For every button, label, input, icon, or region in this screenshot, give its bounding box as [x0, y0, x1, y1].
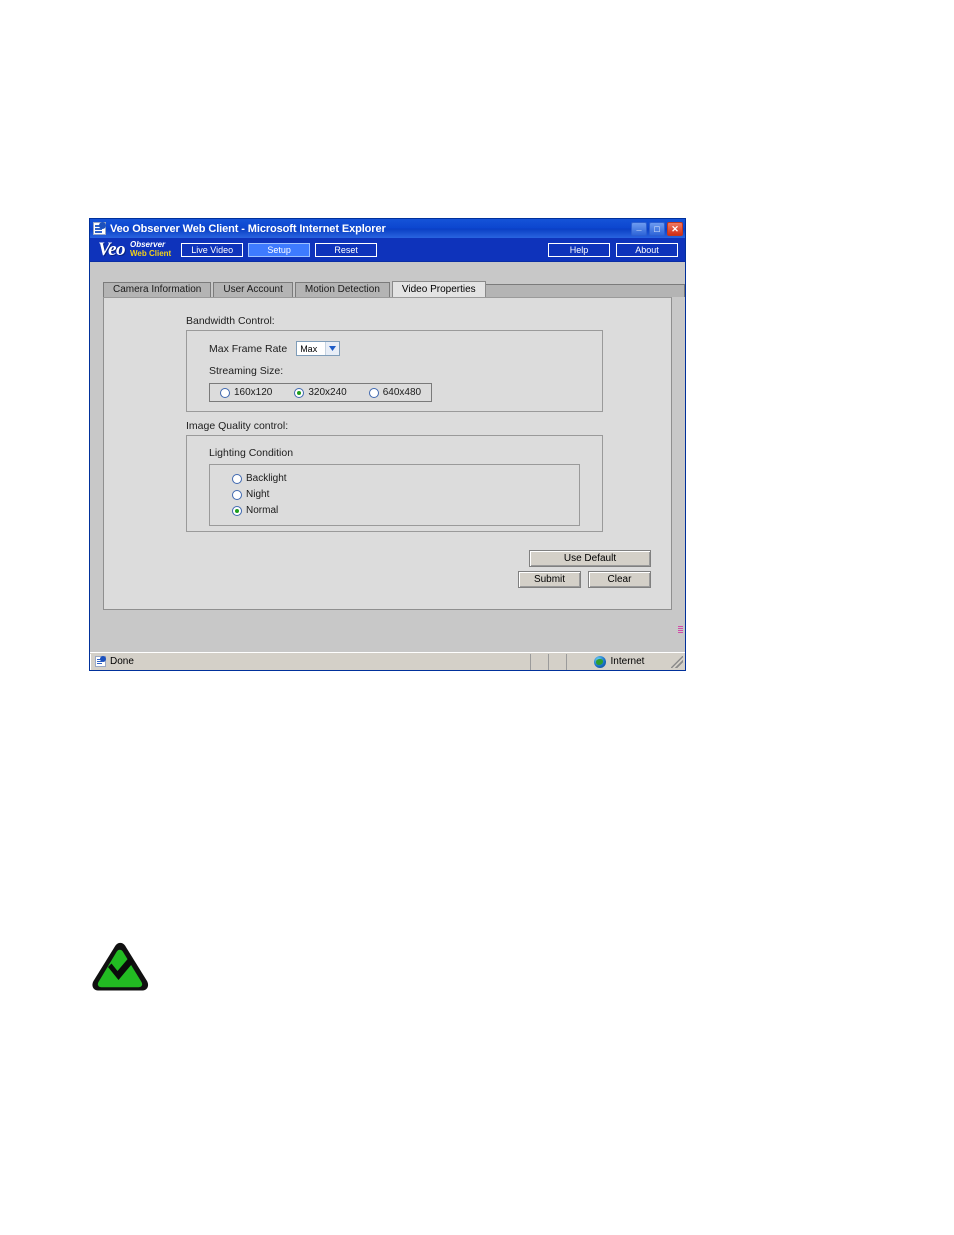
- maximize-icon: □: [654, 223, 660, 234]
- tab-video-properties[interactable]: Video Properties: [391, 281, 486, 297]
- streaming-size-label-160x120: 160x120: [234, 387, 273, 398]
- lighting-label-normal: Normal: [246, 505, 279, 516]
- use-default-button[interactable]: Use Default: [529, 550, 651, 567]
- tab-camera-information[interactable]: Camera Information: [103, 282, 212, 297]
- veo-product-line1: Observer: [130, 240, 166, 249]
- lighting-option-backlight[interactable]: Backlight: [232, 473, 579, 484]
- streaming-size-label-640x480: 640x480: [382, 387, 422, 398]
- streaming-size-option-640x480[interactable]: 640x480: [368, 387, 422, 398]
- streaming-size-label-320x240: 320x240: [308, 387, 347, 398]
- lighting-option-normal[interactable]: Normal: [232, 505, 579, 516]
- veo-wordmark: Veo: [98, 238, 126, 260]
- ie-document-icon: [95, 656, 106, 667]
- status-message-cell: Done: [90, 653, 531, 670]
- radio-icon[interactable]: [368, 387, 379, 398]
- window-controls: _ □ ✕: [631, 221, 683, 236]
- note-green-triangle-check-icon: [89, 941, 151, 994]
- nav-button-help[interactable]: Help: [548, 242, 610, 257]
- streaming-size-option-160x120[interactable]: 160x120: [220, 387, 272, 398]
- minimize-button[interactable]: _: [631, 221, 647, 236]
- veo-product-line2: Web Client: [130, 249, 172, 258]
- image-quality-group: Lighting Condition Backlight Night Norma…: [186, 435, 603, 532]
- tab-motion-detection[interactable]: Motion Detection: [294, 282, 390, 297]
- tab-user-account[interactable]: User Account: [213, 282, 293, 297]
- nav-button-setup[interactable]: Setup: [248, 242, 311, 257]
- status-cell-spacer-1: [531, 653, 549, 670]
- maximize-button[interactable]: □: [649, 221, 665, 236]
- resize-grip[interactable]: [671, 655, 683, 668]
- close-icon: ✕: [671, 223, 679, 234]
- max-frame-rate-label: Max Frame Rate: [209, 342, 288, 355]
- radio-icon[interactable]: [232, 473, 242, 484]
- chevron-down-icon[interactable]: [325, 342, 340, 355]
- security-zone-label: Internet: [610, 656, 645, 667]
- submit-button[interactable]: Submit: [518, 571, 581, 588]
- status-bar: Done Internet: [90, 652, 685, 670]
- lighting-label-night: Night: [246, 489, 270, 500]
- app-header-bar: Veo Observer Web Client Live Video Setup…: [90, 238, 685, 262]
- lighting-condition-label: Lighting Condition: [209, 447, 294, 459]
- radio-icon-selected[interactable]: [232, 505, 242, 516]
- status-cell-spacer-2: [549, 653, 567, 670]
- content-top-gap: [90, 262, 685, 281]
- form-actions: Use Default Submit Clear: [405, 550, 651, 588]
- video-properties-panel: Bandwidth Control: Max Frame Rate Max St…: [103, 297, 672, 610]
- window-title: Veo Observer Web Client - Microsoft Inte…: [110, 222, 386, 235]
- form-actions-row-2: Submit Clear: [405, 571, 651, 588]
- page-content: Camera Information User Account Motion D…: [90, 262, 685, 652]
- ie-document-icon: [93, 222, 106, 235]
- radio-icon-selected[interactable]: [294, 387, 305, 398]
- radio-icon[interactable]: [232, 489, 242, 500]
- veo-product-name: Observer Web Client: [130, 241, 171, 258]
- nav-button-about[interactable]: About: [616, 242, 678, 257]
- minimize-icon: _: [636, 221, 642, 232]
- primary-nav: Live Video Setup Reset: [181, 242, 378, 257]
- bandwidth-control-legend: Bandwidth Control:: [186, 315, 275, 327]
- status-message: Done: [110, 656, 134, 667]
- clear-button[interactable]: Clear: [588, 571, 651, 588]
- radio-icon[interactable]: [220, 387, 230, 398]
- veo-logo: Veo Observer Web Client: [95, 240, 171, 260]
- scroll-edge-artifact: [678, 626, 683, 634]
- streaming-size-options: 160x120 320x240 640x480: [209, 383, 433, 402]
- close-button[interactable]: ✕: [667, 221, 683, 236]
- window-titlebar: Veo Observer Web Client - Microsoft Inte…: [90, 219, 685, 238]
- lighting-option-night[interactable]: Night: [232, 489, 579, 500]
- settings-tabstrip: Camera Information User Account Motion D…: [103, 281, 685, 297]
- globe-icon: [593, 655, 606, 668]
- max-frame-rate-row: Max Frame Rate Max: [209, 341, 602, 356]
- nav-button-reset[interactable]: Reset: [315, 242, 378, 257]
- nav-button-live-video[interactable]: Live Video: [181, 242, 244, 257]
- max-frame-rate-value: Max: [300, 343, 318, 354]
- secondary-nav: Help About: [548, 242, 678, 257]
- max-frame-rate-select[interactable]: Max: [296, 341, 341, 356]
- streaming-size-label: Streaming Size:: [209, 365, 284, 377]
- form-actions-row-1: Use Default: [405, 550, 651, 567]
- lighting-label-backlight: Backlight: [246, 473, 287, 484]
- bandwidth-control-group: Max Frame Rate Max Streaming Size: 160x1…: [186, 330, 603, 412]
- streaming-size-option-320x240[interactable]: 320x240: [294, 387, 347, 398]
- security-zone-cell[interactable]: Internet: [567, 654, 671, 670]
- browser-window: Veo Observer Web Client - Microsoft Inte…: [89, 218, 686, 671]
- lighting-condition-options: Backlight Night Normal: [209, 464, 580, 526]
- tabstrip-filler: [485, 284, 685, 297]
- image-quality-legend: Image Quality control:: [186, 420, 289, 432]
